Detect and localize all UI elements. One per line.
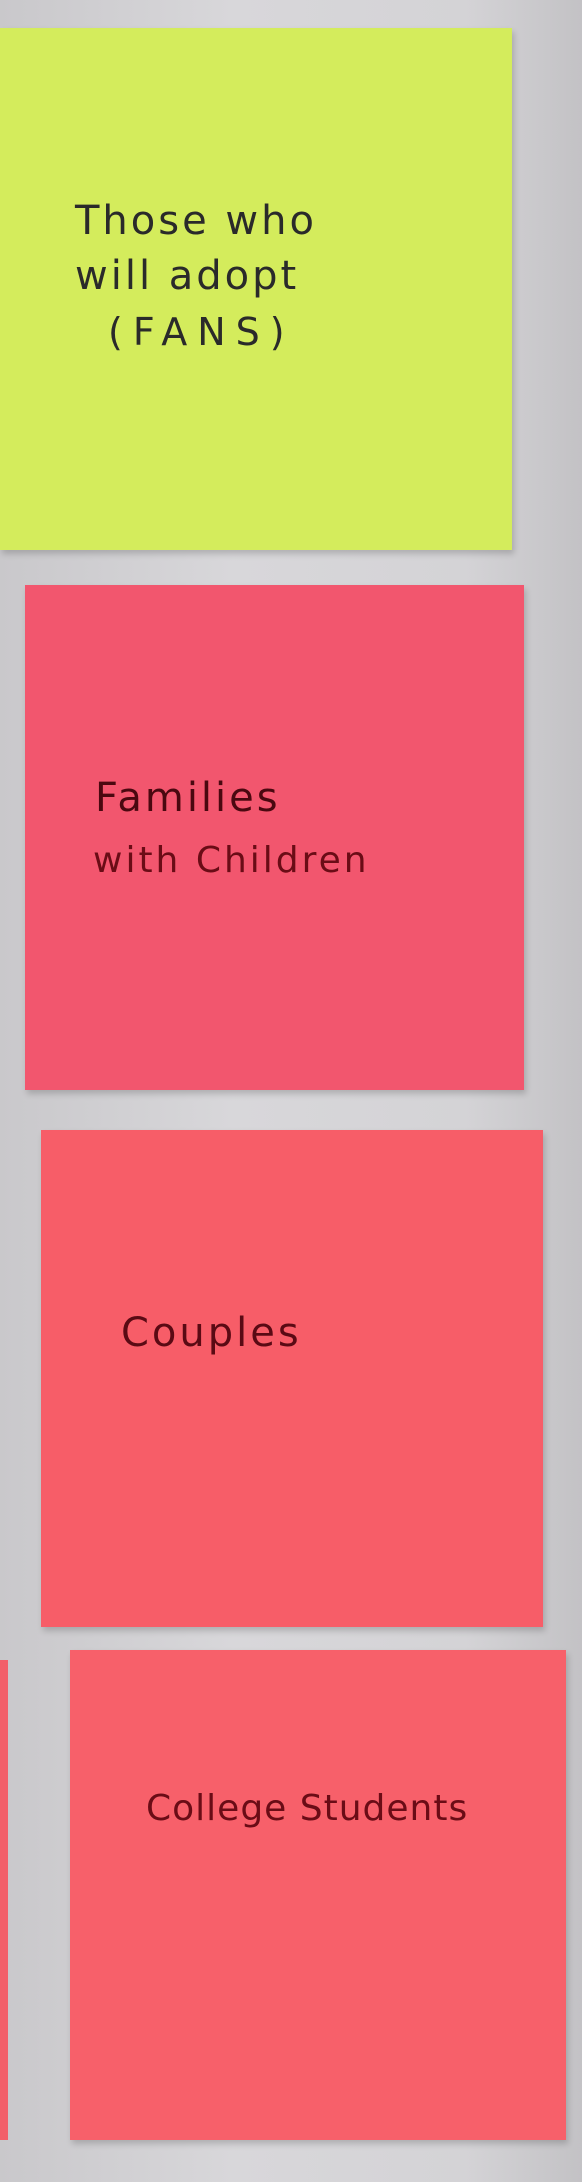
note-text-line: with Children — [93, 840, 370, 881]
note-text-line: College Students — [146, 1788, 469, 1829]
sticky-note-fans: Those who will adopt (FANS) — [0, 28, 512, 550]
sticky-note-families: Families with Children — [25, 585, 524, 1090]
note-text-line: Couples — [121, 1310, 302, 1356]
note-text-line: Families — [95, 775, 281, 821]
partial-sticky-note — [0, 1660, 8, 2140]
note-text-line: Those who — [75, 198, 317, 244]
sticky-note-couples: Couples — [41, 1130, 543, 1627]
sticky-note-college-students: College Students — [70, 1650, 566, 2140]
note-text-line: (FANS) — [108, 310, 295, 354]
note-text-line: will adopt — [75, 253, 300, 299]
